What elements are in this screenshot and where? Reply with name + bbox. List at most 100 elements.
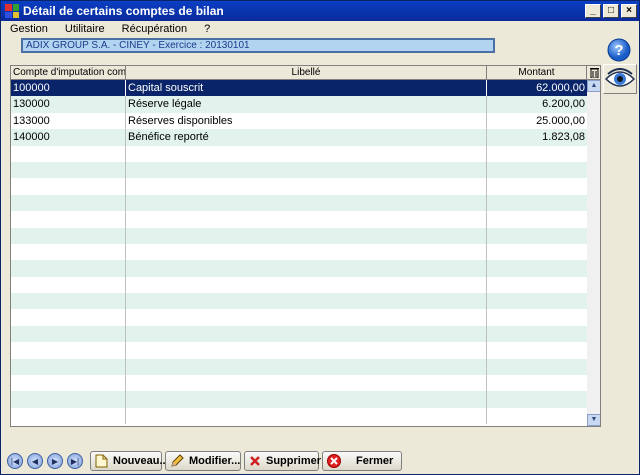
- help-button[interactable]: ?: [605, 37, 633, 63]
- cell-compte: [11, 276, 126, 294]
- column-header-montant[interactable]: Montant: [487, 66, 587, 79]
- table-row[interactable]: [11, 178, 587, 195]
- cell-libelle: [126, 243, 487, 261]
- cell-libelle: Réserve légale: [126, 96, 487, 113]
- table-row[interactable]: [11, 194, 587, 212]
- first-record-button[interactable]: |◀: [7, 453, 23, 469]
- cell-libelle: [126, 211, 487, 228]
- table-row[interactable]: [11, 227, 587, 244]
- previous-record-button[interactable]: ◀: [27, 453, 43, 469]
- modify-button-label: Modifier...: [189, 455, 241, 467]
- cell-libelle: [126, 407, 487, 425]
- column-header-compte[interactable]: Compte d'imputation comp: [11, 66, 126, 79]
- trash-icon[interactable]: [587, 66, 600, 80]
- new-document-icon: [95, 454, 108, 468]
- cell-libelle: [126, 227, 487, 244]
- cell-libelle: [126, 309, 487, 326]
- table-row[interactable]: [11, 342, 587, 359]
- cell-montant: 1.823,08: [542, 131, 585, 144]
- cell-montant: [487, 260, 587, 276]
- close-button[interactable]: Fermer: [322, 451, 402, 471]
- table-row[interactable]: [11, 309, 587, 326]
- cell-montant: [487, 342, 587, 358]
- cell-compte: [11, 325, 126, 343]
- cell-libelle: [126, 276, 487, 294]
- menu-gestion[interactable]: Gestion: [1, 23, 56, 35]
- maximize-button[interactable]: □: [603, 4, 619, 18]
- cell-montant: [487, 195, 587, 211]
- cell-libelle: [126, 358, 487, 376]
- cell-compte: [11, 243, 126, 261]
- table-row[interactable]: [11, 260, 587, 277]
- table-row[interactable]: [11, 391, 587, 408]
- window-title: Détail de certains comptes de bilan: [23, 4, 224, 18]
- accounts-table[interactable]: Compte d'imputation comp Libellé Montant…: [10, 65, 601, 427]
- table-row[interactable]: 100000 Capital souscrit 62.000,00: [11, 80, 587, 97]
- menu-recuperation[interactable]: Récupération: [113, 23, 195, 35]
- cell-montant: 62.000,00: [536, 82, 585, 94]
- cell-compte: [11, 293, 126, 310]
- vertical-scrollbar[interactable]: ▲ ▼: [587, 80, 600, 426]
- table-row[interactable]: [11, 243, 587, 261]
- cell-libelle: [126, 293, 487, 310]
- new-button[interactable]: Nouveau...: [90, 451, 169, 471]
- help-icon: ?: [607, 38, 631, 62]
- table-row[interactable]: [11, 358, 587, 376]
- cell-compte: [11, 342, 126, 359]
- close-circle-icon: [327, 454, 341, 468]
- cell-montant: [487, 391, 587, 407]
- column-header-libelle[interactable]: Libellé: [126, 66, 487, 79]
- table-row[interactable]: [11, 211, 587, 228]
- menu-utilitaire[interactable]: Utilitaire: [56, 23, 113, 35]
- title-bar[interactable]: Détail de certains comptes de bilan _ □ …: [1, 1, 639, 21]
- context-info: ADIX GROUP S.A. - CINEY - Exercice : 201…: [21, 38, 495, 53]
- cell-compte: [11, 194, 126, 212]
- cell-libelle: Réserves disponibles: [126, 112, 487, 130]
- table-row[interactable]: [11, 375, 587, 392]
- cell-libelle: [126, 194, 487, 212]
- cell-montant: [487, 211, 587, 227]
- pencil-icon: [170, 454, 184, 468]
- modify-button[interactable]: Modifier...: [165, 451, 241, 471]
- next-record-button[interactable]: ▶: [47, 453, 63, 469]
- close-button-label: Fermer: [356, 455, 394, 467]
- minimize-button[interactable]: _: [585, 4, 601, 18]
- cell-compte: [11, 407, 126, 425]
- cell-compte: 100000: [11, 80, 126, 97]
- table-row[interactable]: 130000 Réserve légale 6.200,00: [11, 96, 587, 113]
- eye-icon: [605, 68, 635, 87]
- table-row[interactable]: [11, 407, 587, 425]
- cell-montant: [487, 309, 587, 325]
- cell-libelle: [126, 325, 487, 343]
- scroll-up-button[interactable]: ▲: [587, 80, 600, 92]
- cell-libelle: [126, 260, 487, 277]
- cell-montant: [487, 178, 587, 194]
- table-row[interactable]: [11, 325, 587, 343]
- cell-montant: [487, 359, 587, 375]
- cell-compte: 130000: [11, 96, 126, 113]
- scroll-down-button[interactable]: ▼: [587, 414, 600, 426]
- cell-montant: [487, 228, 587, 244]
- cell-compte: [11, 260, 126, 277]
- table-row[interactable]: [11, 293, 587, 310]
- table-row[interactable]: [11, 145, 587, 162]
- table-row[interactable]: 140000 Bénéfice reporté 1.823,08: [11, 129, 587, 146]
- cell-compte: [11, 227, 126, 244]
- delete-button[interactable]: Supprimer: [244, 451, 321, 471]
- cell-compte: [11, 145, 126, 162]
- view-button[interactable]: [603, 64, 637, 94]
- close-window-button[interactable]: ×: [621, 4, 637, 18]
- table-row[interactable]: [11, 276, 587, 294]
- cell-compte: [11, 161, 126, 179]
- last-record-button[interactable]: ▶|: [67, 453, 83, 469]
- cell-compte: [11, 358, 126, 376]
- app-icon: [5, 4, 19, 18]
- menu-help[interactable]: ?: [195, 23, 218, 35]
- cell-compte: [11, 391, 126, 408]
- cell-libelle: [126, 161, 487, 179]
- table-row[interactable]: [11, 161, 587, 179]
- table-row[interactable]: 133000 Réserves disponibles 25.000,00: [11, 112, 587, 130]
- cell-montant: 25.000,00: [536, 114, 585, 127]
- cell-montant: [487, 326, 587, 342]
- cell-montant: [487, 162, 587, 178]
